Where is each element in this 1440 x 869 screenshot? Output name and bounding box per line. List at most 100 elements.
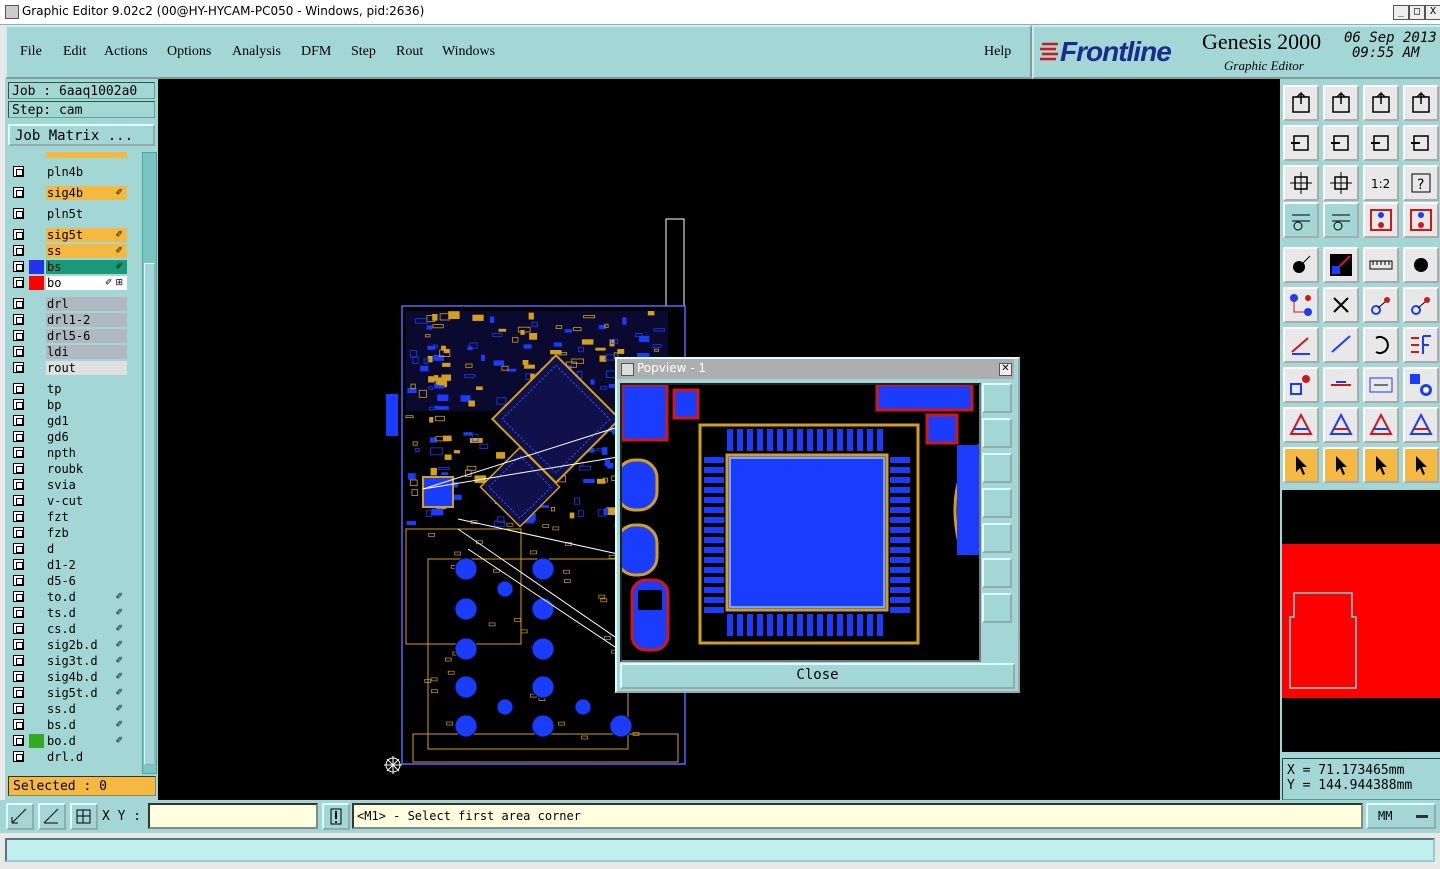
layer-checkbox[interactable] xyxy=(13,623,24,634)
layer-checkbox[interactable] xyxy=(13,330,24,341)
scale-1-2-icon[interactable]: 1:2 xyxy=(1363,165,1399,201)
menu-edit[interactable]: Edit xyxy=(63,44,86,60)
measure-icon[interactable] xyxy=(1363,367,1399,403)
layer-checkbox[interactable] xyxy=(13,511,24,522)
center-icon[interactable] xyxy=(1323,165,1359,201)
menu-dfm[interactable]: DFM xyxy=(301,44,331,60)
grid-view-icon[interactable] xyxy=(1323,202,1359,238)
job-matrix-button[interactable]: Job Matrix ... xyxy=(8,124,155,146)
layer-checkbox[interactable] xyxy=(13,527,24,538)
popview-zoom-out-icon[interactable] xyxy=(982,593,1012,623)
arrow-node-icon[interactable] xyxy=(1363,287,1399,323)
select-cursor-icon[interactable] xyxy=(1283,447,1319,483)
layer-row[interactable]: bp xyxy=(8,398,130,412)
layer-row[interactable]: sig4b ✐ xyxy=(8,186,130,200)
menu-options[interactable]: Options xyxy=(167,44,211,60)
grid-icon[interactable] xyxy=(70,803,98,830)
popview-pan-right-icon[interactable] xyxy=(982,523,1012,553)
layers-red-icon[interactable] xyxy=(1363,202,1399,238)
layer-checkbox[interactable] xyxy=(13,431,24,442)
move-pad-icon[interactable] xyxy=(1283,367,1319,403)
popview-pan-down-icon[interactable] xyxy=(982,453,1012,483)
popview-zoom-icon[interactable] xyxy=(982,383,1012,413)
layer-row[interactable]: bs.d ✐ xyxy=(8,718,130,732)
layer-checkbox[interactable] xyxy=(13,166,24,177)
arrow-node2-icon[interactable] xyxy=(1403,287,1439,323)
layer-row[interactable]: ss ✐ xyxy=(8,244,130,258)
alert-icon[interactable] xyxy=(322,803,350,830)
close-window-button[interactable]: X xyxy=(1425,5,1440,20)
layer-list-scrollbar[interactable] xyxy=(142,152,157,774)
layer-row[interactable]: fzb xyxy=(8,526,130,540)
layer-row[interactable]: sig5t.d ✐ xyxy=(8,686,130,700)
popview-zoom-in-icon[interactable] xyxy=(982,558,1012,588)
popview-canvas[interactable] xyxy=(620,383,981,662)
layer-row[interactable]: sig4b.d ✐ xyxy=(8,670,130,684)
layer-row[interactable]: bo.d ✐ xyxy=(8,734,130,748)
layer-row[interactable]: pln5t xyxy=(8,207,130,221)
layer-row[interactable]: drl5-6 xyxy=(8,329,130,343)
triangle-blue-icon[interactable] xyxy=(1323,407,1359,443)
layer-checkbox[interactable] xyxy=(13,362,24,373)
layer-checkbox[interactable] xyxy=(13,346,24,357)
triangle-blue2-icon[interactable] xyxy=(1403,407,1439,443)
layer-checkbox[interactable] xyxy=(13,298,24,309)
layer-checkbox[interactable] xyxy=(13,607,24,618)
layer-checkbox[interactable] xyxy=(13,383,24,394)
layer-row[interactable]: bo ✐ ⊞ xyxy=(8,276,130,290)
layer-row[interactable]: fzt xyxy=(8,510,130,524)
layer-row[interactable]: bs ✐ xyxy=(8,260,130,274)
layer-checkbox[interactable] xyxy=(13,314,24,325)
shapes-icon[interactable] xyxy=(1403,367,1439,403)
zoom-fit-icon[interactable] xyxy=(1323,85,1359,121)
maximize-button[interactable]: □ xyxy=(1409,5,1425,20)
cross-icon[interactable] xyxy=(1323,287,1359,323)
select-cursor2-icon[interactable] xyxy=(1323,447,1359,483)
layer-checkbox[interactable] xyxy=(13,261,24,272)
layer-row[interactable]: to.d ✐ xyxy=(8,590,130,604)
layer-row[interactable]: ldi xyxy=(8,345,130,359)
minus-icon[interactable] xyxy=(1323,367,1359,403)
layer-checkbox[interactable] xyxy=(13,655,24,666)
minimize-button[interactable]: _ xyxy=(1393,5,1409,20)
popview-close-button[interactable]: Close xyxy=(620,663,1015,689)
xy-input[interactable] xyxy=(148,803,318,829)
layer-checkbox[interactable] xyxy=(13,208,24,219)
layer-checkbox[interactable] xyxy=(13,671,24,682)
layer-row[interactable]: rout xyxy=(8,361,130,375)
pad-add-icon[interactable] xyxy=(1283,247,1319,283)
layer-row[interactable]: d1-2 xyxy=(8,558,130,572)
pan-left-icon[interactable] xyxy=(1283,125,1319,161)
popview-title-bar[interactable]: Popview - 1 ✕ xyxy=(617,359,1014,379)
layer-row[interactable]: d xyxy=(8,542,130,556)
layer-row[interactable]: gd6 xyxy=(8,430,130,444)
layer-row[interactable]: ts.d ✐ xyxy=(8,606,130,620)
unit-selector[interactable]: MM xyxy=(1366,803,1436,829)
popview-pan-left-icon[interactable] xyxy=(982,488,1012,518)
layer-checkbox[interactable] xyxy=(13,559,24,570)
redraw-icon[interactable] xyxy=(1403,125,1439,161)
menu-actions[interactable]: Actions xyxy=(104,44,148,60)
layer-row[interactable]: d5-6 xyxy=(8,574,130,588)
layer-row[interactable]: sig2b.d ✐ xyxy=(8,638,130,652)
line-blue-icon[interactable] xyxy=(1323,327,1359,363)
popview-pan-up-icon[interactable] xyxy=(982,418,1012,448)
menu-analysis[interactable]: Analysis xyxy=(232,44,281,60)
pan-right-icon[interactable] xyxy=(1323,125,1359,161)
menu-rout[interactable]: Rout xyxy=(396,44,423,60)
layer-checkbox[interactable] xyxy=(13,543,24,554)
settings-icon[interactable] xyxy=(1283,202,1319,238)
layer-checkbox[interactable] xyxy=(13,187,24,198)
popview-close-icon[interactable]: ✕ xyxy=(999,363,1012,376)
layer-checkbox[interactable] xyxy=(13,735,24,746)
layer-checkbox[interactable] xyxy=(13,479,24,490)
layer-checkbox[interactable] xyxy=(13,245,24,256)
menu-step[interactable]: Step xyxy=(351,44,376,60)
house-icon[interactable] xyxy=(1363,85,1399,121)
arc-icon[interactable] xyxy=(1363,327,1399,363)
triangle-red-icon[interactable] xyxy=(1283,407,1319,443)
layer-checkbox[interactable] xyxy=(13,447,24,458)
layer-checkbox[interactable] xyxy=(13,703,24,714)
layer-row[interactable]: drl1-2 xyxy=(8,313,130,327)
undo-view-icon[interactable] xyxy=(1363,125,1399,161)
